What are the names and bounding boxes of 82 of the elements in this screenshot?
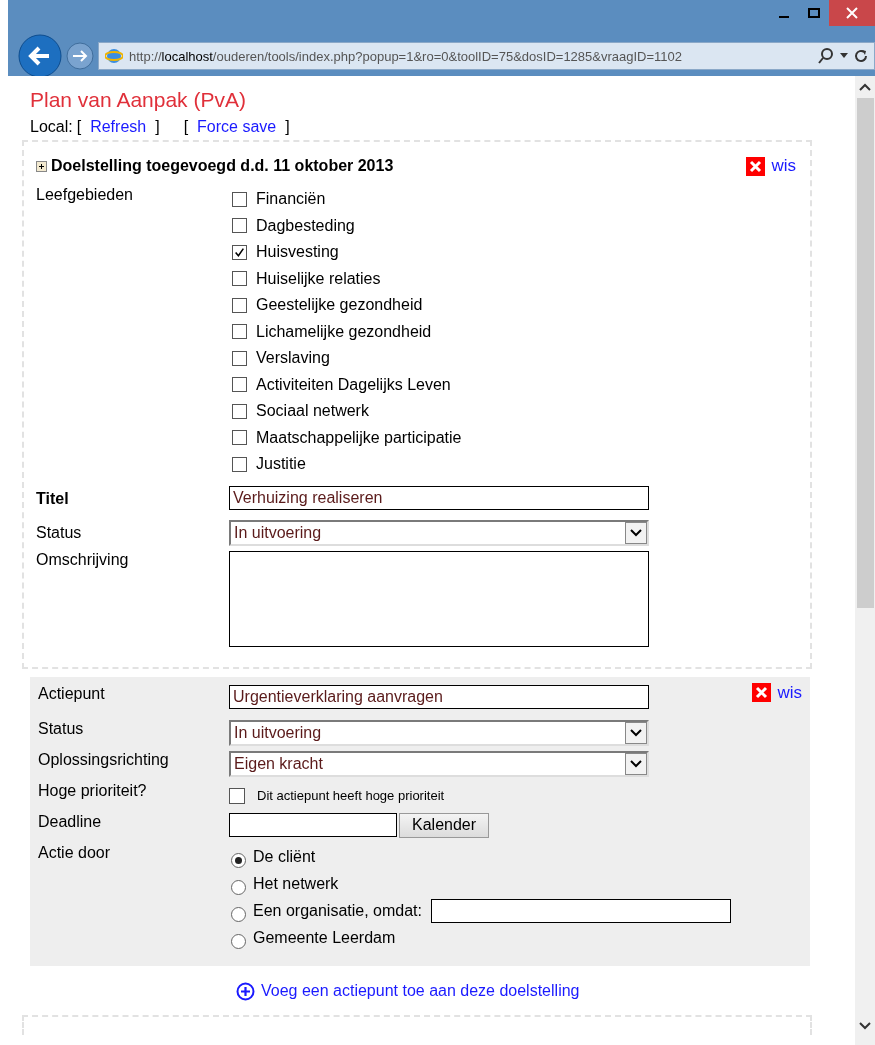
checkbox[interactable] bbox=[232, 218, 247, 234]
checkbox[interactable] bbox=[232, 377, 247, 393]
checkbox-label: Dit actiepunt heeft hoge prioriteit bbox=[257, 788, 445, 803]
bracket: [ bbox=[76, 118, 82, 136]
close-button[interactable] bbox=[829, 0, 875, 26]
date-field[interactable] bbox=[229, 813, 397, 837]
add-action-link[interactable]: Voeg een actiepunt toe aan deze doelstelling bbox=[261, 982, 580, 1000]
checkbox[interactable] bbox=[232, 271, 247, 287]
refresh-link[interactable]: Refresh bbox=[90, 118, 147, 136]
dropdown-icon[interactable] bbox=[625, 521, 647, 544]
search-icon[interactable] bbox=[818, 48, 834, 64]
close-icon bbox=[846, 7, 858, 19]
local-label: Local: bbox=[30, 118, 73, 136]
radio-button[interactable] bbox=[231, 852, 246, 868]
checkbox-label: Maatschappelijke participatie bbox=[256, 428, 462, 447]
reason-field[interactable] bbox=[431, 899, 731, 923]
radio-button[interactable] bbox=[231, 906, 246, 922]
checkbox[interactable] bbox=[232, 244, 247, 260]
radio-button[interactable] bbox=[231, 879, 246, 895]
dropdown-icon[interactable] bbox=[625, 721, 647, 744]
calendar-button[interactable]: Kalender bbox=[399, 812, 490, 838]
field-label: Hoge prioriteit? bbox=[38, 781, 148, 800]
url-text: http://localhost/ouderen/tools/index.php?popup=1&ro=0&toolID=75&dosID=1285&vraagID=1102 bbox=[129, 48, 684, 64]
field-label: Actiepunt bbox=[38, 684, 106, 703]
checkbox-label: Financiën bbox=[256, 190, 326, 209]
address-bar[interactable]: http://localhost/ouderen/tools/index.php?popup=1&ro=0&toolID=75&dosID=1285&vraagID=1102 bbox=[98, 42, 875, 70]
checkbox-label: Lichamelijke gezondheid bbox=[256, 322, 432, 341]
field-label: Actie door bbox=[38, 843, 112, 862]
field-label: Oplossingsrichting bbox=[38, 750, 170, 769]
delete-link[interactable]: wis bbox=[771, 156, 796, 176]
checkbox-label: Sociaal netwerk bbox=[256, 402, 369, 421]
field-label: Titel bbox=[36, 488, 70, 508]
status-select[interactable]: Eigen kracht bbox=[229, 750, 649, 777]
delete-icon[interactable] bbox=[746, 156, 766, 176]
checkbox[interactable] bbox=[232, 324, 247, 340]
field-label: Status bbox=[36, 522, 83, 542]
globe-icon bbox=[105, 47, 123, 65]
back-button[interactable] bbox=[18, 34, 62, 78]
field-label: Leefgebieden bbox=[36, 186, 134, 204]
radio-label: De cliënt bbox=[253, 848, 316, 866]
bracket: ] bbox=[155, 118, 160, 136]
field-label: Omschrijving bbox=[36, 550, 130, 569]
radio-button[interactable] bbox=[231, 933, 246, 949]
checkbox-label: Verslaving bbox=[256, 349, 330, 368]
text-field[interactable]: Urgentieverklaring aanvragen bbox=[229, 684, 649, 709]
bracket: ] bbox=[285, 118, 290, 136]
radio-label: Gemeente Leerdam bbox=[253, 929, 396, 947]
checkbox-label: Huiselijke relaties bbox=[256, 269, 381, 288]
description-field[interactable] bbox=[229, 550, 649, 647]
checkbox[interactable] bbox=[229, 787, 245, 804]
delete-icon[interactable] bbox=[752, 683, 772, 702]
checkbox[interactable] bbox=[232, 403, 247, 419]
refresh-icon[interactable] bbox=[854, 49, 868, 63]
text-field[interactable]: Verhuizing realiseren bbox=[229, 485, 649, 510]
checkbox-label: Activiteiten Dagelijks Leven bbox=[256, 375, 451, 394]
goal-heading: Doelstelling toegevoegd d.d. 11 oktober 2013 bbox=[51, 157, 394, 175]
checkbox-label: Dagbesteding bbox=[256, 216, 355, 235]
radio-label: Een organisatie, omdat: bbox=[253, 902, 422, 920]
radio-label: Het netwerk bbox=[253, 875, 339, 893]
field-label: Deadline bbox=[38, 812, 103, 831]
page-title: Plan van Aanpak (PvA) bbox=[30, 88, 247, 112]
forward-button[interactable] bbox=[66, 42, 94, 70]
scrollbar-thumb[interactable] bbox=[856, 98, 874, 608]
checkbox[interactable] bbox=[232, 456, 247, 472]
status-select[interactable]: In uitvoering bbox=[229, 519, 649, 546]
checkbox[interactable] bbox=[232, 191, 247, 207]
save-link[interactable]: Force save bbox=[197, 118, 277, 136]
checkbox[interactable] bbox=[232, 430, 247, 446]
dropdown-icon[interactable] bbox=[625, 752, 647, 775]
checkbox[interactable] bbox=[232, 297, 247, 313]
checkbox-label: Justitie bbox=[256, 455, 306, 474]
bracket: [ bbox=[183, 118, 189, 136]
delete-link[interactable]: wis bbox=[777, 682, 802, 703]
checkbox[interactable] bbox=[232, 350, 247, 366]
checkbox-label: Huisvesting bbox=[256, 243, 339, 262]
field-label: Status bbox=[38, 719, 85, 738]
expand-icon[interactable] bbox=[36, 160, 47, 172]
dropdown-icon[interactable] bbox=[840, 53, 848, 59]
status-select[interactable]: In uitvoering bbox=[229, 719, 649, 746]
add-icon[interactable] bbox=[236, 981, 255, 1001]
checkbox-label: Geestelijke gezondheid bbox=[256, 296, 423, 315]
maximize-icon[interactable] bbox=[808, 8, 820, 18]
